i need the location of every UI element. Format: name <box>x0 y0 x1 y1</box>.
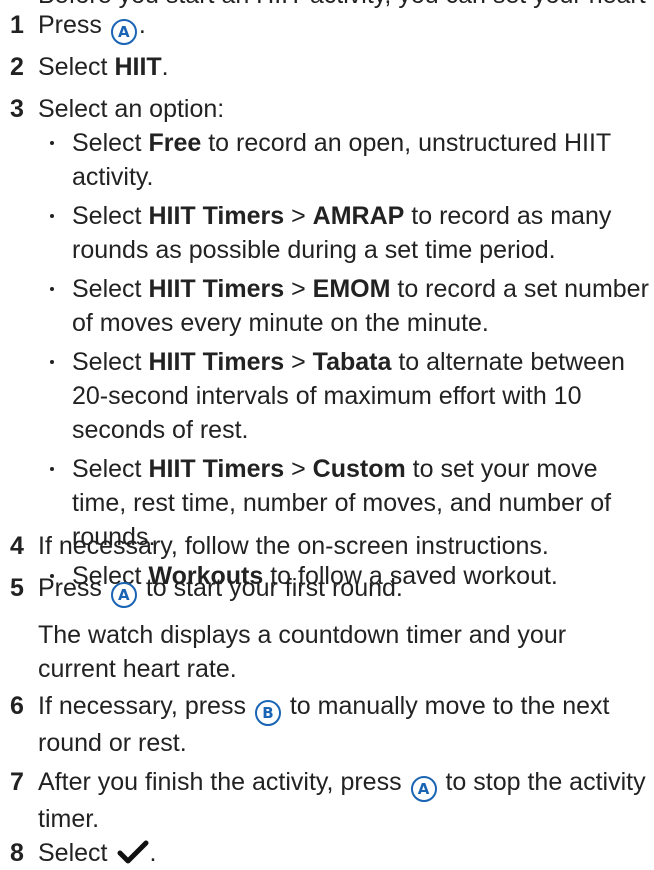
step-text: If necessary, press <box>38 692 246 720</box>
b-button-icon: B <box>254 700 281 726</box>
step-text: Press <box>38 574 102 602</box>
option-item-tabata: Select HIIT Timers > Tabata to alternate… <box>38 345 650 447</box>
step-text-end: . <box>161 53 169 81</box>
hiit-menu-label: HIIT <box>114 53 162 81</box>
option-item-amrap: Select HIIT Timers > AMRAP to record as … <box>38 199 650 267</box>
step-8: 8 Select . <box>0 836 654 870</box>
step-text-end: . <box>138 11 146 39</box>
step-number: 1 <box>10 11 24 39</box>
step-text: Press <box>38 11 102 39</box>
step-number: 4 <box>10 532 24 560</box>
step-number: 8 <box>10 839 24 867</box>
step-number: 2 <box>10 53 24 81</box>
step-text-end: . <box>149 839 157 867</box>
step-6: 6 If necessary, press B to manually move… <box>0 689 654 760</box>
step-7: 7 After you finish the activity, press A… <box>0 765 654 836</box>
step-text: After you finish the activity, press <box>38 768 402 796</box>
step-5: 5 Press A to start your first round. The… <box>0 571 654 686</box>
step-3: 3 Select an option: Select Free to recor… <box>0 92 654 598</box>
a-button-icon: A <box>110 582 137 608</box>
option-list: Select Free to record an open, unstructu… <box>38 126 650 593</box>
step-number: 3 <box>10 95 24 123</box>
a-button-icon: A <box>410 776 437 802</box>
step-4: 4 If necessary, follow the on-screen ins… <box>0 529 654 563</box>
step-2: 2 Select HIIT. <box>0 50 654 84</box>
step-text: Select <box>38 53 108 81</box>
option-item-free: Select Free to record an open, unstructu… <box>38 126 650 194</box>
step-text: Select an option: <box>38 95 225 123</box>
step-number: 7 <box>10 768 24 796</box>
step-note: The watch displays a countdown timer and… <box>38 621 567 683</box>
option-item-emom: Select HIIT Timers > EMOM to record a se… <box>38 272 650 340</box>
a-button-icon: A <box>110 19 137 45</box>
step-1: 1 Press A. <box>0 8 654 45</box>
step-text-end: to start your first round. <box>145 574 403 602</box>
step-text: Select <box>38 839 108 867</box>
step-text: If necessary, follow the on-screen instr… <box>38 532 549 560</box>
step-number: 6 <box>10 692 24 720</box>
step-number: 5 <box>10 574 24 602</box>
checkmark-icon <box>117 840 149 864</box>
